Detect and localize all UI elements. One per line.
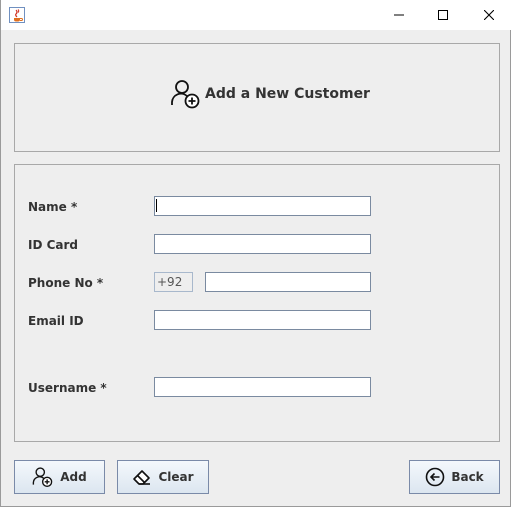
username-label: Username * [28,381,107,395]
name-field[interactable] [154,196,371,216]
add-user-icon [32,466,60,488]
phone-country-code: +92 [154,272,193,292]
customer-dialog-window: Add a New Customer Name * ID Card Phone … [0,0,511,507]
close-icon [484,10,494,20]
name-label: Name * [28,200,78,214]
minimize-icon [394,10,404,20]
id-card-label: ID Card [28,238,79,252]
email-field[interactable] [154,310,371,330]
back-arrow-icon [425,467,451,487]
text-caret [156,199,157,212]
maximize-button[interactable] [420,0,466,30]
clear-button[interactable]: Clear [117,460,209,494]
add-button[interactable]: Add [14,460,105,494]
username-field[interactable] [154,377,371,397]
add-button-label: Add [60,470,87,484]
minimize-button[interactable] [376,0,422,30]
title-bar[interactable] [1,0,511,30]
maximize-icon [438,10,448,20]
close-button[interactable] [466,0,511,30]
name-field-wrapper [154,196,371,216]
phone-label: Phone No * [28,276,104,290]
back-button[interactable]: Back [409,460,500,494]
header-panel: Add a New Customer [14,43,500,152]
clear-button-label: Clear [158,470,194,484]
eraser-icon [132,467,158,487]
header: Add a New Customer [170,78,370,110]
add-user-icon [170,78,202,110]
phone-field[interactable] [205,272,371,292]
java-app-icon [9,7,25,23]
email-label: Email ID [28,314,84,328]
id-card-field[interactable] [154,234,371,254]
customer-form: Name * ID Card Phone No * +92 Email ID U… [14,164,500,442]
page-title: Add a New Customer [205,86,370,102]
back-button-label: Back [451,470,484,484]
